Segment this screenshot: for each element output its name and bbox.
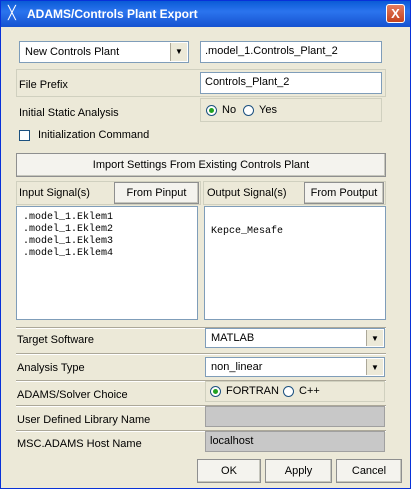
from-pinput-button[interactable]: From Pinput	[114, 182, 199, 204]
input-signals-label: Input Signal(s)	[19, 187, 90, 199]
initial-static-yes-radio[interactable]	[243, 105, 254, 116]
initial-static-yes-label: Yes	[259, 104, 277, 116]
from-poutput-button[interactable]: From Poutput	[304, 182, 384, 204]
output-signals-list[interactable]: Kepce_Mesafe	[204, 206, 386, 320]
file-prefix-label: File Prefix	[19, 79, 68, 91]
list-item[interactable]: Kepce_Mesafe	[211, 226, 283, 237]
solver-choice-label: ADAMS/Solver Choice	[17, 389, 128, 401]
input-signals-list[interactable]: .model_1.Eklem1 .model_1.Eklem2 .model_1…	[16, 206, 198, 320]
solver-cpp-label: C++	[299, 385, 320, 397]
analysis-type-value: non_linear	[211, 361, 263, 373]
close-button[interactable]: X	[386, 4, 405, 23]
initial-static-label: Initial Static Analysis	[19, 107, 119, 119]
divider	[16, 353, 386, 355]
solver-fortran-radio[interactable]	[210, 386, 221, 397]
initial-static-no-radio[interactable]	[206, 105, 217, 116]
cancel-label: Cancel	[351, 465, 387, 477]
init-command-label: Initialization Command	[38, 129, 150, 141]
host-name-input[interactable]: localhost	[205, 431, 385, 452]
solver-fortran-label: FORTRAN	[226, 385, 279, 397]
app-icon: ╳	[8, 5, 16, 20]
chevron-down-icon[interactable]: ▼	[170, 43, 187, 61]
ok-button[interactable]: OK	[197, 459, 261, 483]
window-title: ADAMS/Controls Plant Export	[27, 7, 198, 21]
import-settings-button[interactable]: Import Settings From Existing Controls P…	[16, 153, 386, 177]
solver-cpp-radio[interactable]	[283, 386, 294, 397]
from-pinput-label: From Pinput	[126, 187, 187, 199]
file-prefix-input[interactable]: Controls_Plant_2	[200, 72, 382, 94]
apply-button[interactable]: Apply	[265, 459, 332, 483]
list-item[interactable]: .model_1.Eklem2	[23, 224, 113, 235]
list-item[interactable]: .model_1.Eklem3	[23, 236, 113, 247]
list-item[interactable]: .model_1.Eklem1	[23, 212, 113, 223]
chevron-down-icon[interactable]: ▼	[366, 359, 383, 375]
output-signals-label: Output Signal(s)	[207, 187, 287, 199]
chevron-down-icon[interactable]: ▼	[366, 330, 383, 346]
ok-label: OK	[221, 465, 237, 477]
import-settings-label: Import Settings From Existing Controls P…	[92, 159, 310, 171]
title-bar[interactable]: ╳ ADAMS/Controls Plant Export X	[1, 1, 410, 27]
plant-mode-select[interactable]: New Controls Plant ▼	[19, 41, 189, 63]
target-software-value: MATLAB	[211, 332, 255, 344]
list-item[interactable]: .model_1.Eklem4	[23, 248, 113, 259]
host-name-label: MSC.ADAMS Host Name	[17, 438, 142, 450]
user-library-input[interactable]	[205, 406, 385, 427]
plant-name-input[interactable]: .model_1.Controls_Plant_2	[200, 41, 382, 63]
initial-static-no-label: No	[222, 104, 237, 116]
analysis-type-select[interactable]: non_linear ▼	[205, 357, 385, 377]
apply-label: Apply	[284, 465, 313, 477]
target-software-select[interactable]: MATLAB ▼	[205, 328, 385, 348]
plant-mode-value: New Controls Plant	[25, 46, 120, 58]
target-software-label: Target Software	[17, 334, 95, 346]
init-command-checkbox[interactable]	[19, 130, 30, 141]
cancel-button[interactable]: Cancel	[336, 459, 402, 483]
plant-export-dialog: ╳ ADAMS/Controls Plant Export X New Cont…	[0, 0, 411, 489]
user-library-label: User Defined Library Name	[17, 414, 151, 426]
analysis-type-label: Analysis Type	[17, 362, 85, 374]
from-poutput-label: From Poutput	[310, 187, 378, 199]
